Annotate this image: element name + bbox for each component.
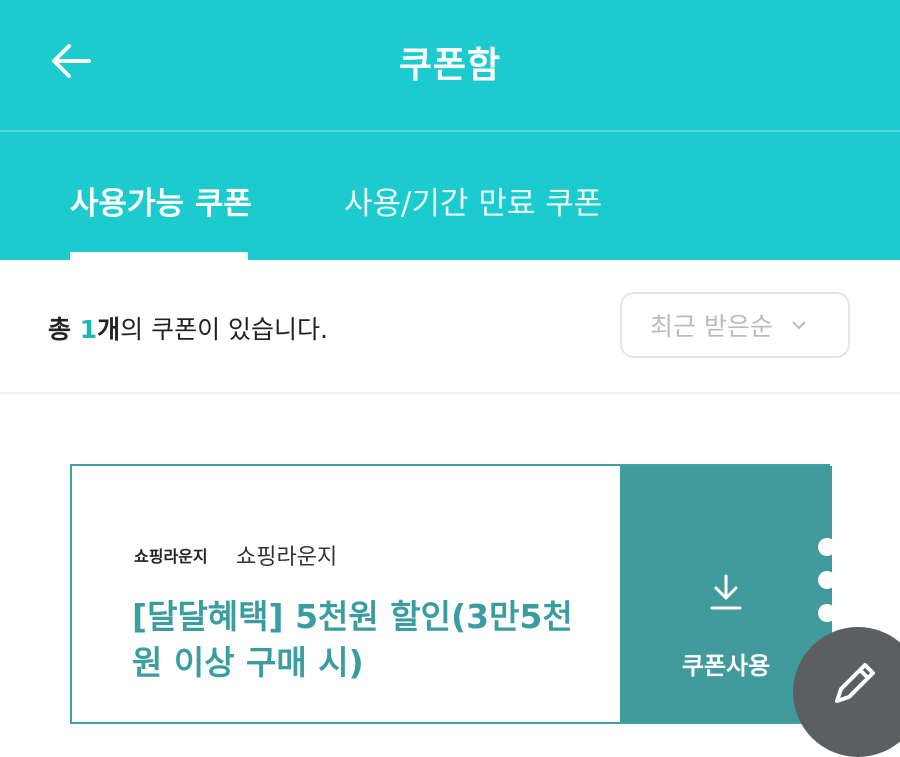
pencil-icon xyxy=(835,663,875,703)
download-icon xyxy=(710,574,742,610)
coupon-notch xyxy=(818,571,836,589)
chevron-down-icon xyxy=(791,320,807,330)
section-divider xyxy=(0,392,900,394)
store-name: 쇼핑라운지 xyxy=(236,545,338,570)
sort-selected-label: 최근 받은순 xyxy=(650,312,773,341)
coupon-title: [달달혜택] 5천원 할인(3만5천원 이상 구매 시) xyxy=(132,597,573,682)
header-divider xyxy=(0,130,900,132)
tab-available-coupons[interactable]: 사용가능 쿠폰 xyxy=(70,178,252,223)
coupon-notch xyxy=(818,604,836,622)
store-logo: 쇼핑라운지 xyxy=(134,547,208,566)
sort-dropdown[interactable]: 최근 받은순 xyxy=(620,292,850,358)
coupon-notch xyxy=(818,538,836,556)
active-tab-indicator xyxy=(70,252,248,260)
tab-used-expired-coupons[interactable]: 사용/기간 만료 쿠폰 xyxy=(344,178,602,223)
coupon-card: 쇼핑라운지 쇼핑라운지 [달달혜택] 5천원 할인(3만5천원 이상 구매 시)… xyxy=(70,464,832,724)
coupon-count: 1 xyxy=(79,315,98,344)
app-header: 쿠폰함 사용가능 쿠폰 사용/기간 만료 쿠폰 xyxy=(0,0,900,260)
page-title: 쿠폰함 xyxy=(398,45,502,86)
count-suffix: 의 쿠폰이 있습니다. xyxy=(120,315,328,344)
coupon-count-text: 총 1개의 쿠폰이 있습니다. xyxy=(48,310,328,346)
count-prefix: 총 xyxy=(48,315,80,344)
count-unit: 개 xyxy=(97,315,121,344)
